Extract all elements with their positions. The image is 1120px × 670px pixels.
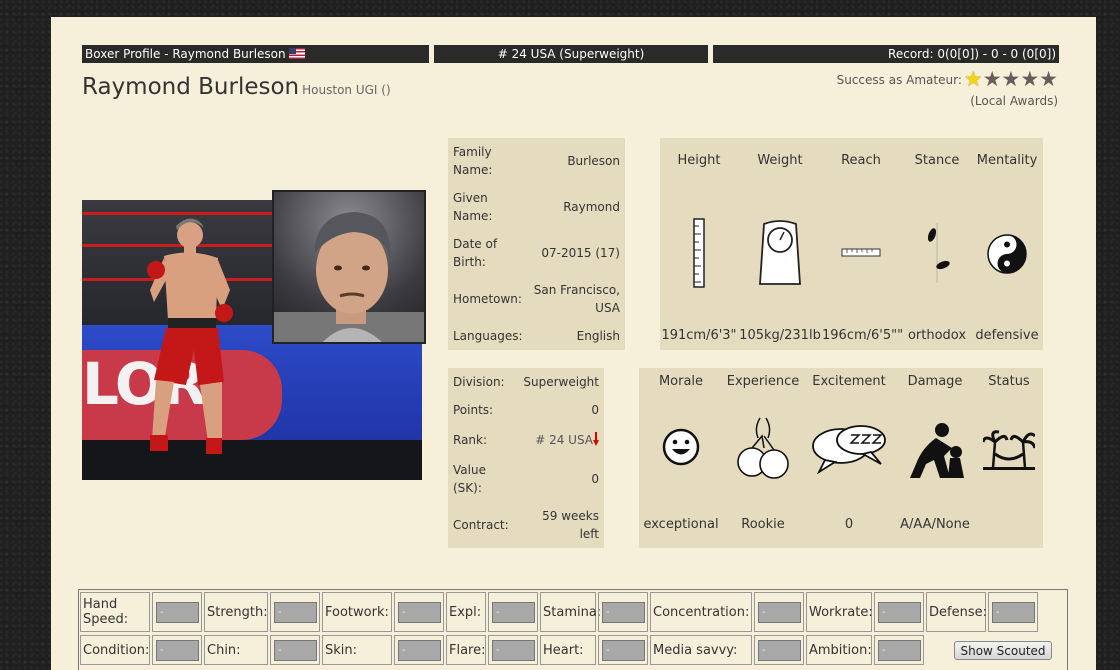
scout-value-cell: -: [754, 635, 804, 665]
info-row-hometown: Hometown: San Francisco, USA: [453, 283, 620, 315]
scout-label-1-0: Condition:: [80, 635, 150, 665]
info-row-value: Value (SK): 0: [453, 463, 599, 495]
star-empty-icon: ★: [1039, 67, 1058, 91]
yin-yang-icon: [987, 234, 1027, 274]
tape-icon: [841, 248, 881, 257]
scout-value-box: -: [492, 601, 535, 623]
info-row-given-name: Given Name: Raymond: [453, 191, 620, 223]
amateur-success: Success as Amateur: ★★★★★: [837, 69, 1058, 90]
rank-down-arrow-icon: [593, 432, 599, 446]
awards-link[interactable]: (Local Awards): [970, 94, 1058, 108]
scout-value-cell: -: [598, 635, 648, 665]
scout-label-0-3: Expl:: [446, 592, 486, 632]
star-empty-icon: ★: [982, 67, 1002, 91]
scout-label-0-2: Footwork:: [322, 592, 392, 632]
smiley-icon: [662, 428, 700, 466]
scout-value-cell: -: [152, 592, 202, 632]
scout-value-cell: -: [394, 635, 444, 665]
scout-label-1-6: Ambition:: [806, 635, 872, 665]
stat-excitement: Excitement 0: [812, 374, 886, 532]
stat-experience: Experience Rookie: [726, 374, 800, 532]
scout-value-box: -: [274, 601, 317, 623]
scout-value-box: -: [602, 601, 645, 623]
scout-label-1-2: Skin:: [322, 635, 392, 665]
attr-weight: Weight 105kg/231lb: [739, 153, 821, 343]
boxer-club: Houston UGI (): [302, 83, 391, 97]
header-profile-bar: Boxer Profile - Raymond Burleson: [82, 45, 429, 63]
scout-value-cell: -: [488, 592, 538, 632]
scout-value-box: -: [156, 601, 199, 623]
scout-value-cell: -: [152, 635, 202, 665]
physical-attributes: Height 191cm/6'3" Weight 105kg/231lb Rea…: [660, 138, 1043, 350]
injury-icon: [910, 423, 964, 478]
star-filled-icon: ★: [963, 67, 983, 91]
scout-value-box: -: [398, 601, 441, 623]
scout-value-box: -: [492, 639, 535, 661]
scale-icon: [759, 220, 801, 285]
speech-bubbles-icon: [812, 425, 886, 474]
header-rank-bar: # 24 USA (Superweight): [434, 45, 708, 63]
scout-value-cell: -: [270, 635, 320, 665]
scout-value-box: -: [156, 639, 199, 661]
stat-status: Status: [975, 368, 1043, 548]
usa-flag-icon: [288, 48, 305, 59]
scout-value-box: -: [878, 639, 921, 661]
attr-reach: Reach 196cm/6'5"": [822, 153, 904, 343]
star-empty-icon: ★: [1020, 67, 1040, 91]
scout-value-cell: -: [988, 592, 1038, 632]
scout-value-box: -: [758, 601, 801, 623]
scout-label-0-0: Hand Speed:: [80, 592, 150, 632]
info-row-division: Division: Superweight: [453, 375, 599, 389]
attr-height: Height 191cm/6'3": [661, 153, 737, 343]
scout-label-0-5: Concentration:: [650, 592, 752, 632]
scout-value-box: -: [398, 639, 441, 661]
boxer-portrait: [274, 212, 424, 342]
scout-value-cell: -: [874, 592, 924, 632]
scout-value-cell: -: [598, 592, 648, 632]
info-row-rank: Rank: # 24 USA: [453, 431, 599, 449]
scout-value-box: -: [878, 601, 921, 623]
scout-label-1-5: Media savvy:: [650, 635, 752, 665]
show-scouted-button[interactable]: Show Scouted: [954, 641, 1052, 660]
rank-info: Division: Superweight Points: 0 Rank: # 24 …: [448, 368, 604, 548]
amateur-stars: ★★★★★: [964, 69, 1058, 90]
scout-value-box: -: [758, 639, 801, 661]
scout-label-1-4: Heart:: [540, 635, 596, 665]
ruler-icon: [693, 218, 705, 288]
boxer-figure: [147, 218, 233, 454]
info-row-contract: Contract: 59 weeks left: [453, 509, 599, 541]
attr-mentality: Mentality defensive: [975, 153, 1039, 343]
header-record-bar: Record: 0(0[0]) - 0 - 0 (0[0]): [713, 45, 1059, 63]
palm-hammock-icon: [983, 430, 1035, 470]
scout-label-0-6: Workrate:: [806, 592, 873, 632]
scout-value-box: -: [992, 601, 1035, 623]
scout-value-cell: -: [754, 592, 804, 632]
scout-value-cell: -: [270, 592, 320, 632]
star-empty-icon: ★: [1001, 67, 1021, 91]
scout-value-cell: -: [394, 592, 444, 632]
scout-value-box: -: [602, 639, 645, 661]
personal-info: Family Name: Burleson Given Name: Raymond …: [448, 138, 625, 350]
amateur-label: Success as Amateur:: [836, 72, 962, 87]
footprints-icon: [927, 223, 950, 283]
boxer-name: Raymond Burleson Houston UGI (): [82, 74, 391, 100]
info-row-family-name: Family Name: Burleson: [453, 145, 620, 177]
info-row-languages: Languages: English: [453, 329, 620, 343]
boxer-face-image: [272, 190, 426, 344]
scout-value-box: -: [274, 639, 317, 661]
stat-damage: Damage A/AA/None: [900, 374, 970, 532]
stat-morale: Morale exceptional: [643, 374, 719, 532]
gloves-icon: [737, 417, 789, 479]
scout-label-0-1: Strength:: [204, 592, 268, 632]
scout-label-0-4: Stamina:: [540, 592, 601, 632]
scout-value-cell: -: [874, 635, 924, 665]
attr-stance: Stance orthodox: [907, 153, 967, 343]
scout-label-1-3: Flare:: [446, 635, 486, 665]
condition-status: Morale exceptional Experience Rookie Exc…: [639, 368, 1043, 548]
scout-label-0-7: Defense:: [926, 592, 987, 632]
info-row-birth: Date of Birth: 07-2015 (17): [453, 237, 620, 269]
scout-value-cell: -: [488, 635, 538, 665]
scout-label-1-1: Chin:: [204, 635, 268, 665]
info-row-points: Points: 0: [453, 403, 599, 417]
